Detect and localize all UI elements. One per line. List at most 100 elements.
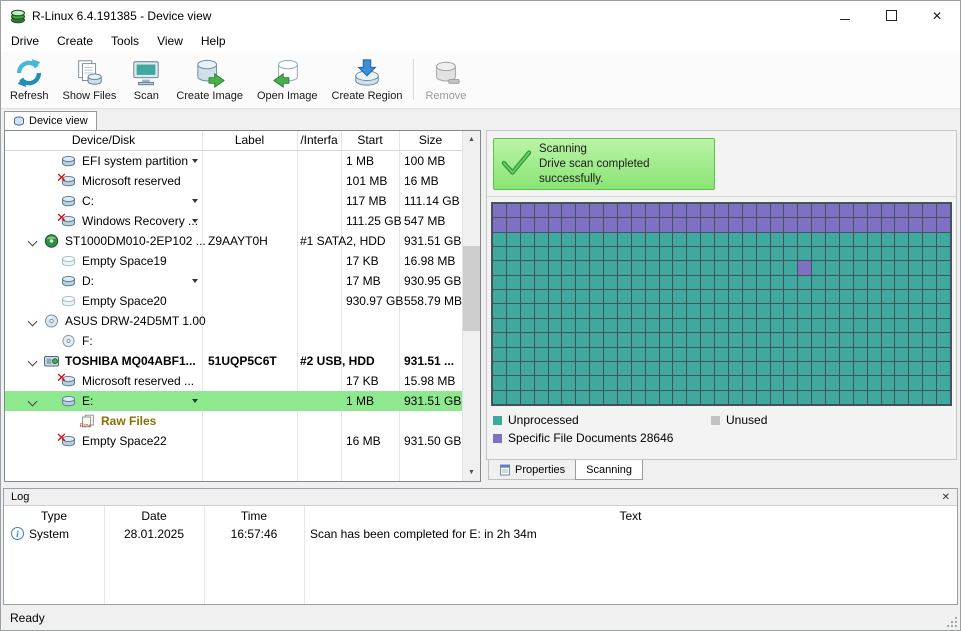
expand-chevron-icon[interactable] (28, 357, 38, 367)
cell-size: 931.51 GB (399, 231, 462, 251)
cell-start (341, 351, 399, 371)
cell-device: F: (5, 331, 202, 351)
menu-drive[interactable]: Drive (2, 30, 48, 52)
scan-cell-unprocessed (701, 233, 714, 246)
mount-dropdown-arrow[interactable] (192, 199, 198, 203)
menu-view[interactable]: View (148, 30, 192, 52)
device-row-asus-drw-24d5mt-1-00[interactable]: ASUS DRW-24D5MT 1.00 (5, 311, 462, 331)
scan-cell-unprocessed (549, 233, 562, 246)
scan-cell-unprocessed (660, 319, 673, 332)
device-tree-scrollbar[interactable]: ▲ ▼ (462, 131, 480, 481)
device-row-microsoft-reserved[interactable]: ✕Microsoft reserved101 MB16 MB (5, 171, 462, 191)
scrollbar-track[interactable] (463, 148, 480, 464)
cell-device: EFI system partition (5, 151, 202, 171)
show-files-button[interactable]: Show Files (56, 55, 124, 104)
log-column-time[interactable]: Time (204, 509, 304, 523)
mount-dropdown-arrow[interactable] (192, 219, 198, 223)
legend-label: Specific File Documents 28646 (508, 431, 673, 445)
scan-cell-unprocessed (757, 233, 770, 246)
cell-interface (297, 211, 341, 231)
scan-cell-unprocessed (854, 348, 867, 361)
column-header-start[interactable]: Start (341, 131, 399, 150)
expand-chevron-icon[interactable] (28, 237, 38, 247)
scan-cell-unprocessed (868, 391, 881, 404)
scan-cell-unprocessed (660, 290, 673, 303)
scan-cell-unprocessed (868, 261, 881, 274)
remove-button[interactable]: Remove (418, 55, 473, 104)
scan-cell-unprocessed (562, 233, 575, 246)
scan-cell-unprocessed (687, 290, 700, 303)
log-row[interactable]: iSystem28.01.202516:57:46Scan has been c… (4, 525, 957, 542)
panel-tabstrip: PropertiesScanning (486, 460, 957, 482)
tab-properties[interactable]: Properties (488, 460, 576, 480)
create-region-button[interactable]: Create Region (325, 55, 410, 104)
scrollbar-thumb[interactable] (463, 246, 480, 331)
minimize-button[interactable] (822, 1, 868, 30)
close-button[interactable]: ✕ (914, 1, 960, 30)
expand-chevron-icon[interactable] (28, 397, 38, 407)
scroll-up-button[interactable]: ▲ (463, 131, 480, 148)
mount-dropdown-arrow[interactable] (192, 279, 198, 283)
scroll-down-button[interactable]: ▼ (463, 464, 480, 481)
scan-cell-unprocessed (535, 261, 548, 274)
scan-button[interactable]: Scan (123, 55, 169, 104)
scan-cell-unprocessed (812, 348, 825, 361)
device-row-c[interactable]: C:117 MB111.14 GB (5, 191, 462, 211)
maximize-button[interactable] (868, 1, 914, 30)
column-header-label[interactable]: Label (202, 131, 297, 150)
device-row-efi-system-partition[interactable]: EFI system partition1 MB100 MB (5, 151, 462, 171)
device-row-toshiba-mq04abf1[interactable]: TOSHIBA MQ04ABF1...51UQP5C6T#2 USB, HDD9… (5, 351, 462, 371)
log-table-body: iSystem28.01.202516:57:46Scan has been c… (4, 525, 957, 542)
scan-block-map[interactable] (491, 202, 952, 406)
resize-grip[interactable] (946, 616, 958, 628)
device-row-f[interactable]: F: (5, 331, 462, 351)
scan-cell-documents (771, 204, 784, 217)
cell-size: 100 MB (399, 151, 462, 171)
create-image-button[interactable]: Create Image (169, 55, 250, 104)
mount-dropdown-arrow[interactable] (192, 399, 198, 403)
cell-start: 17 KB (341, 251, 399, 271)
menu-create[interactable]: Create (48, 30, 102, 52)
scan-cell-unprocessed (618, 261, 631, 274)
scan-cell-documents (715, 204, 728, 217)
cell-device: Empty Space20 (5, 291, 202, 311)
device-row-empty-space22[interactable]: ✕Empty Space2216 MB931.50 GB (5, 431, 462, 451)
column-header-size[interactable]: Size (399, 131, 462, 150)
device-row-raw-files[interactable]: RawRaw Files (5, 411, 462, 431)
error-x-icon: ✕ (56, 371, 67, 384)
scan-cell-unprocessed (535, 362, 548, 375)
device-row-e[interactable]: E:1 MB931.51 GB (5, 391, 462, 411)
device-row-windows-recovery[interactable]: ✕Windows Recovery ...111.25 GB547 MB (5, 211, 462, 231)
log-column-text[interactable]: Text (304, 509, 957, 523)
svg-text:Raw: Raw (79, 422, 92, 428)
open-image-button[interactable]: Open Image (250, 55, 325, 104)
scan-cell-unprocessed (535, 304, 548, 317)
log-titlebar: Log ✕ (4, 489, 957, 506)
scan-cell-unprocessed (895, 233, 908, 246)
log-close-icon[interactable]: ✕ (942, 492, 950, 503)
log-column-type[interactable]: Type (4, 509, 104, 523)
tab-device-view[interactable]: Device view (4, 111, 97, 130)
device-row-st1000dm010-2ep102[interactable]: ST1000DM010-2EP102 ...Z9AAYT0H#1 SATA2, … (5, 231, 462, 251)
device-row-empty-space20[interactable]: Empty Space20930.97 GB558.79 MB (5, 291, 462, 311)
mount-dropdown-arrow[interactable] (192, 159, 198, 163)
scan-cell-unprocessed (715, 261, 728, 274)
scan-cell-unprocessed (771, 362, 784, 375)
tab-scanning[interactable]: Scanning (575, 460, 643, 480)
scan-cell-unprocessed (854, 261, 867, 274)
device-row-microsoft-reserved[interactable]: ✕Microsoft reserved ...17 KB15.98 MB (5, 371, 462, 391)
column-header-device-disk[interactable]: Device/Disk (5, 131, 202, 150)
scan-cell-unprocessed (743, 276, 756, 289)
scan-cell-unprocessed (812, 233, 825, 246)
menu-help[interactable]: Help (192, 30, 235, 52)
scan-cell-unprocessed (826, 233, 839, 246)
refresh-button[interactable]: Refresh (3, 55, 56, 104)
expand-chevron-icon[interactable] (28, 317, 38, 327)
device-row-empty-space19[interactable]: Empty Space1917 KB16.98 MB (5, 251, 462, 271)
cell-label: Z9AAYT0H (202, 231, 297, 251)
menu-tools[interactable]: Tools (102, 30, 148, 52)
scan-cell-unprocessed (618, 319, 631, 332)
device-row-d[interactable]: D:17 MB930.95 GB (5, 271, 462, 291)
log-column-date[interactable]: Date (104, 509, 204, 523)
column-header-interfa[interactable]: /Interfa (297, 131, 341, 150)
